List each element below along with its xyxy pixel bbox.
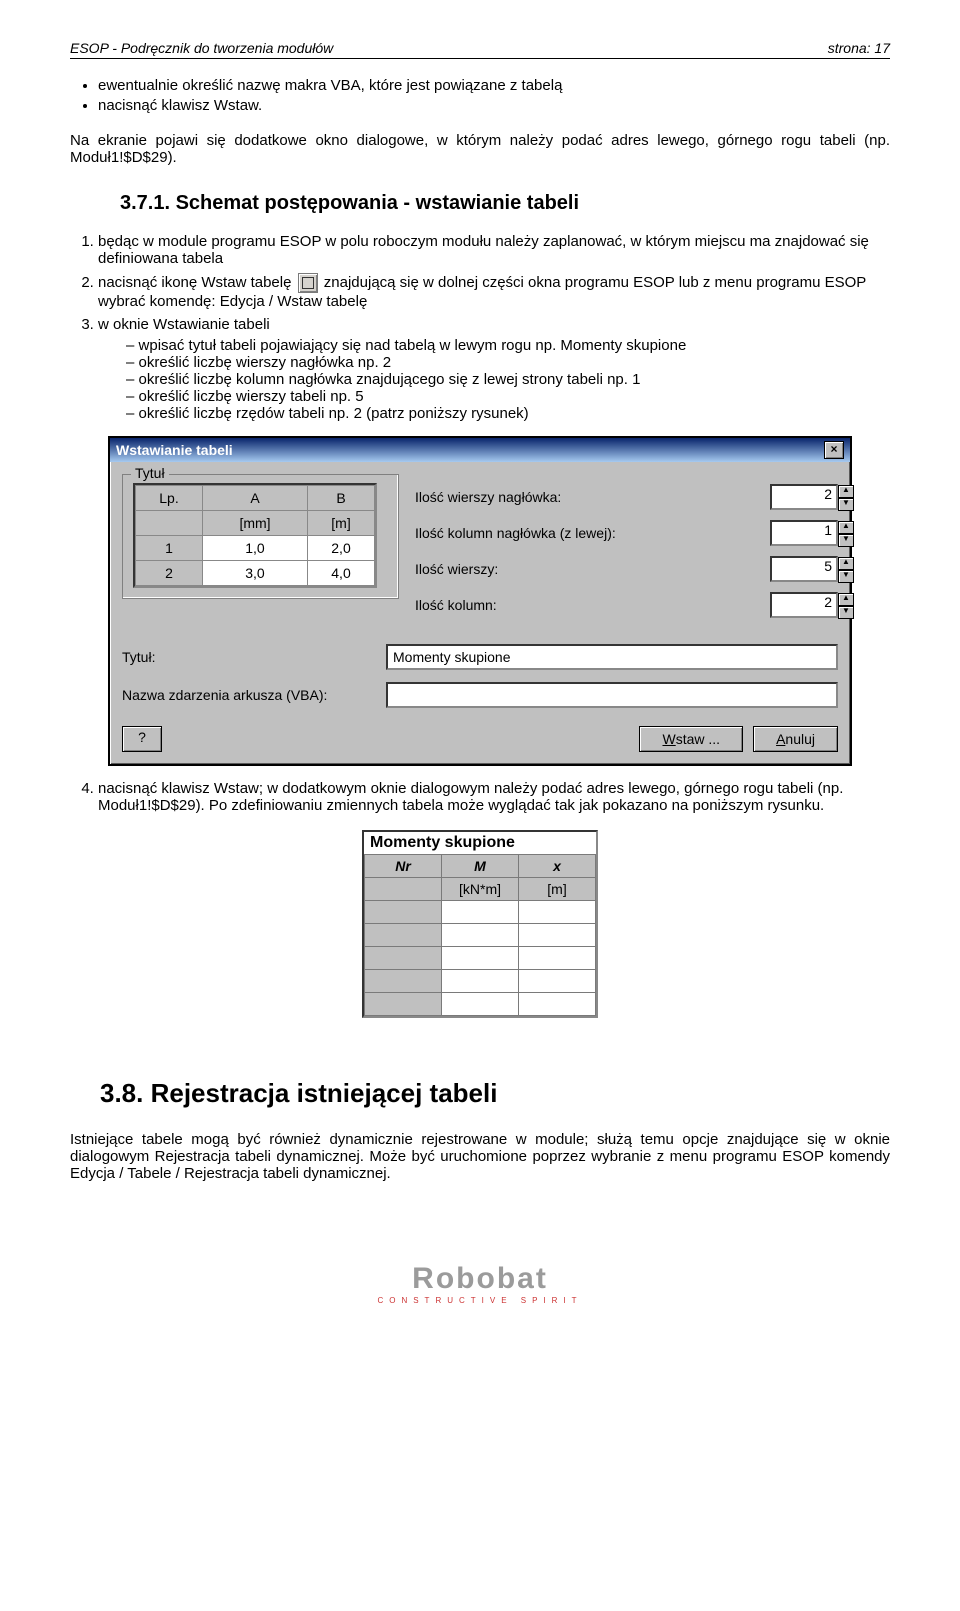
- dash-item: określić liczbę wierszy tabeli np. 5: [126, 388, 890, 405]
- dash-item: określić liczbę rzędów tabeli np. 2 (pat…: [126, 405, 890, 422]
- dialog-wstawianie-tabeli: Wstawianie tabeli × Tytuł Lp. A B [mm]: [108, 436, 852, 766]
- preview-cell: 3,0: [202, 561, 307, 586]
- dash-item: określić liczbę kolumn nagłówka znajdują…: [126, 371, 890, 388]
- preview-h: Lp.: [136, 486, 203, 511]
- input-tytul[interactable]: Momenty skupione: [386, 644, 838, 670]
- dash-item: wpisać tytuł tabeli pojawiający się nad …: [126, 337, 890, 354]
- label-header-cols: Ilość kolumn nagłówka (z lewej):: [415, 525, 770, 541]
- rt-h: x: [519, 855, 596, 878]
- footer-logo: Robobat CONSTRUCTIVE SPIRIT: [70, 1262, 890, 1305]
- spin-header-cols[interactable]: 1 ▲▼: [770, 520, 838, 546]
- result-caption: Momenty skupione: [364, 832, 596, 854]
- rt-h: Nr: [365, 855, 442, 878]
- paragraph: Na ekranie pojawi się dodatkowe okno dia…: [70, 132, 890, 166]
- step-3: w oknie Wstawianie tabeli wpisać tytuł t…: [98, 316, 890, 422]
- help-button[interactable]: ?: [122, 726, 162, 752]
- chevron-down-icon[interactable]: ▼: [838, 606, 854, 619]
- rt-h: [m]: [519, 878, 596, 901]
- step2-text-a: nacisnąć ikonę Wstaw tabelę: [98, 274, 296, 291]
- preview-cell: 2,0: [308, 536, 375, 561]
- rt-rowhead: [365, 901, 442, 924]
- spin-rows[interactable]: 5 ▲▼: [770, 556, 838, 582]
- chevron-down-icon[interactable]: ▼: [838, 570, 854, 583]
- input-vba[interactable]: [386, 682, 838, 708]
- table-preview: Lp. A B [mm] [m] 1 1,0 2,0: [133, 483, 377, 588]
- paragraph-38: Istniejące tabele mogą być również dynam…: [70, 1131, 890, 1182]
- btn-label: nuluj: [785, 731, 815, 747]
- logo-sub: CONSTRUCTIVE SPIRIT: [70, 1296, 890, 1305]
- chevron-up-icon[interactable]: ▲: [838, 593, 854, 606]
- preview-h: [m]: [308, 511, 375, 536]
- preview-cell: 2: [136, 561, 203, 586]
- chevron-up-icon[interactable]: ▲: [838, 521, 854, 534]
- logo-name: Robobat: [70, 1262, 890, 1296]
- rt-h: [365, 878, 442, 901]
- step-4: nacisnąć klawisz Wstaw; w dodatkowym okn…: [98, 780, 890, 814]
- preview-h: B: [308, 486, 375, 511]
- header-left: ESOP - Podręcznik do tworzenia modułów: [70, 40, 333, 56]
- rt-h: M: [442, 855, 519, 878]
- chevron-up-icon[interactable]: ▲: [838, 557, 854, 570]
- spin-value: 5: [824, 558, 832, 574]
- spin-header-rows[interactable]: 2 ▲▼: [770, 484, 838, 510]
- heading-371: 3.7.1. Schemat postępowania - wstawianie…: [120, 192, 890, 215]
- rt-rowhead: [365, 993, 442, 1016]
- close-icon[interactable]: ×: [824, 441, 844, 459]
- chevron-up-icon[interactable]: ▲: [838, 485, 854, 498]
- chevron-down-icon[interactable]: ▼: [838, 534, 854, 547]
- label-header-rows: Ilość wierszy nagłówka:: [415, 489, 770, 505]
- label-cols: Ilość kolumn:: [415, 597, 770, 613]
- insert-table-icon: [298, 273, 318, 293]
- dialog-title: Wstawianie tabeli: [116, 442, 233, 458]
- step-1: będąc w module programu ESOP w polu robo…: [98, 233, 890, 267]
- dash-item: określić liczbę wierszy nagłówka np. 2: [126, 354, 890, 371]
- groupbox-tytul: Tytuł Lp. A B [mm] [m]: [122, 474, 399, 599]
- spin-value: 2: [824, 594, 832, 610]
- rt-rowhead: [365, 970, 442, 993]
- chevron-down-icon[interactable]: ▼: [838, 498, 854, 511]
- step3-title: w oknie Wstawianie tabeli: [98, 316, 270, 333]
- label-rows: Ilość wierszy:: [415, 561, 770, 577]
- preview-cell: 1: [136, 536, 203, 561]
- preview-h: [136, 511, 203, 536]
- wstaw-button[interactable]: Wstaw ...: [639, 726, 743, 752]
- rt-rowhead: [365, 924, 442, 947]
- label-tytul: Tytuł:: [122, 649, 386, 665]
- bullet-item: ewentualnie określić nazwę makra VBA, kt…: [98, 77, 890, 94]
- spin-cols[interactable]: 2 ▲▼: [770, 592, 838, 618]
- groupbox-legend: Tytuł: [131, 465, 169, 481]
- preview-h: A: [202, 486, 307, 511]
- result-table-figure: Momenty skupione Nr M x [kN*m] [m]: [362, 830, 598, 1018]
- header-right: strona: 17: [828, 40, 890, 56]
- spin-value: 1: [824, 522, 832, 538]
- preview-cell: 4,0: [308, 561, 375, 586]
- preview-cell: 1,0: [202, 536, 307, 561]
- heading-38: 3.8. Rejestracja istniejącej tabeli: [100, 1078, 890, 1109]
- rt-rowhead: [365, 947, 442, 970]
- anuluj-button[interactable]: Anuluj: [753, 726, 838, 752]
- step-2: nacisnąć ikonę Wstaw tabelę znajdującą s…: [98, 273, 890, 310]
- bullet-item: nacisnąć klawisz Wstaw.: [98, 97, 890, 114]
- preview-h: [mm]: [202, 511, 307, 536]
- spin-value: 2: [824, 486, 832, 502]
- label-vba: Nazwa zdarzenia arkusza (VBA):: [122, 687, 386, 703]
- rt-h: [kN*m]: [442, 878, 519, 901]
- btn-label: staw ...: [676, 731, 720, 747]
